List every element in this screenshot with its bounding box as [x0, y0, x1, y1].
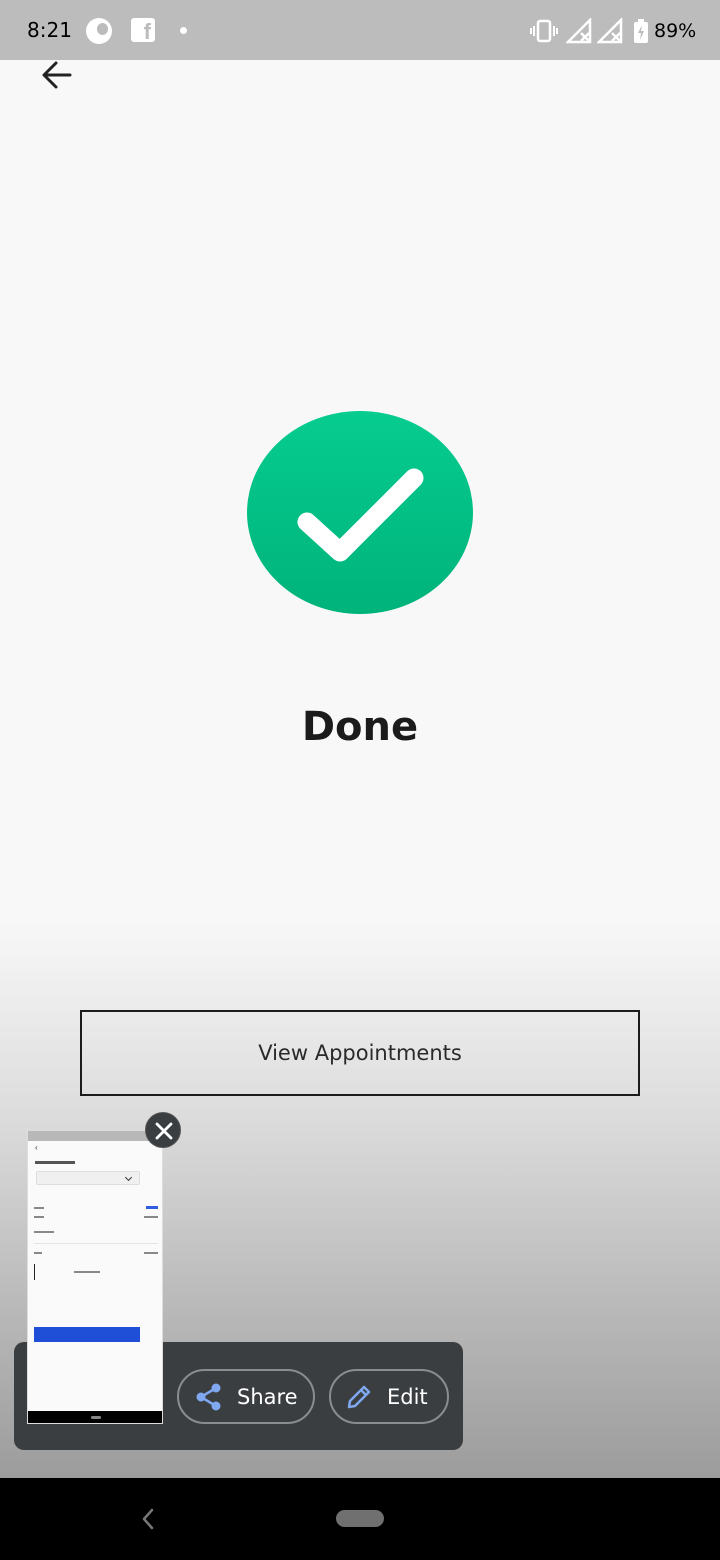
thumbnail-status-bar: [28, 1131, 162, 1141]
thumbnail-heading: [35, 1161, 75, 1164]
status-time: 8:21: [27, 18, 72, 42]
battery-charging-icon: [634, 19, 648, 43]
share-button[interactable]: Share: [177, 1369, 315, 1424]
nav-back-icon[interactable]: [140, 1508, 156, 1530]
thumbnail-text-line: [144, 1252, 158, 1254]
thumbnail-back-icon: ‹: [35, 1143, 38, 1152]
arrow-left-icon: [42, 61, 72, 89]
check-circle-icon: [247, 411, 473, 614]
done-title: Done: [301, 704, 419, 750]
vibrate-icon: [530, 19, 558, 43]
facebook-icon: f: [131, 18, 155, 43]
thumbnail-text-cursor: [34, 1264, 35, 1280]
edit-label: Edit: [387, 1384, 428, 1409]
thumbnail-home-pill: [91, 1416, 101, 1419]
home-pill-icon[interactable]: [336, 1510, 384, 1527]
back-button[interactable]: [34, 54, 82, 98]
thumbnail-divider: [34, 1243, 158, 1244]
notification-dot-icon: [180, 27, 187, 34]
battery-percent: 89%: [654, 20, 697, 42]
thumbnail-text-line: [34, 1231, 54, 1233]
thumbnail-edit-link: [146, 1206, 158, 1209]
dismiss-preview-button[interactable]: [145, 1112, 181, 1148]
view-appointments-button[interactable]: View Appointments: [80, 1010, 640, 1096]
screenshot-thumbnail[interactable]: ‹: [27, 1130, 163, 1424]
signal-off-icon: [597, 18, 623, 44]
thumbnail-text-line: [144, 1216, 158, 1218]
thumbnail-text-line: [34, 1207, 44, 1209]
thumbnail-text-line: [74, 1271, 100, 1273]
share-label: Share: [237, 1384, 298, 1409]
thumbnail-dropdown: [36, 1171, 140, 1185]
thumbnail-blue-button: [34, 1327, 140, 1342]
share-icon: [196, 1383, 221, 1410]
app-notification-icon: [86, 18, 112, 44]
thumbnail-text-line: [34, 1252, 42, 1254]
edit-button[interactable]: Edit: [329, 1369, 449, 1424]
pencil-icon: [347, 1385, 371, 1408]
close-icon: [155, 1122, 173, 1140]
signal-off-icon: [566, 18, 592, 44]
thumbnail-text-line: [34, 1216, 44, 1218]
